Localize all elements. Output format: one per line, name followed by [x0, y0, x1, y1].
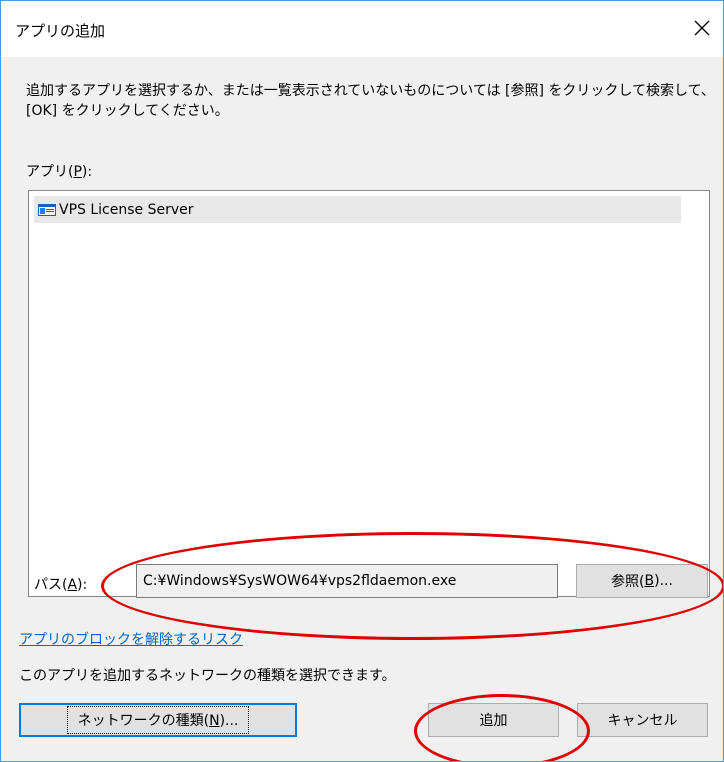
list-item[interactable]: VPS License Server	[34, 196, 681, 223]
apps-label: アプリ(P):	[26, 164, 93, 180]
network-type-button[interactable]: ネットワークの種類(N)...	[19, 703, 297, 737]
network-type-text: このアプリを追加するネットワークの種類を選択できます。	[19, 668, 396, 684]
path-field[interactable]: C:¥Windows¥SysWOW64¥vps2fldaemon.exe	[136, 564, 558, 598]
add-button[interactable]: 追加	[428, 703, 559, 737]
add-app-dialog: アプリの追加 追加するアプリを選択するか、または一覧表示されていないものについて…	[0, 0, 724, 762]
close-button[interactable]	[685, 11, 719, 45]
apps-listbox[interactable]: VPS License Server	[28, 190, 710, 597]
list-item-label: VPS License Server	[59, 201, 194, 218]
window-title: アプリの追加	[15, 22, 106, 40]
instructions-text: 追加するアプリを選択するか、または一覧表示されていないものについては [参照] …	[26, 83, 715, 119]
cancel-button[interactable]: キャンセル	[577, 703, 708, 737]
title-bar: アプリの追加	[1, 1, 723, 57]
unblock-risk-link[interactable]: アプリのブロックを解除するリスク	[19, 629, 243, 649]
close-icon	[694, 20, 710, 36]
app-window-icon	[38, 203, 56, 216]
path-label: パス(A):	[34, 577, 88, 593]
browse-button[interactable]: 参照(B)...	[576, 564, 708, 598]
dialog-content: 追加するアプリを選択するか、または一覧表示されていないものについては [参照] …	[1, 57, 723, 761]
